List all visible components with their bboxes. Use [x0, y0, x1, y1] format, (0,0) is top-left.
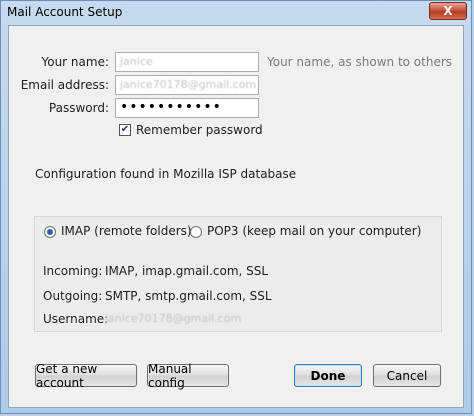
password-label: Password: [48, 101, 109, 115]
config-status-text: Configuration found in Mozilla ISP datab… [35, 167, 297, 181]
password-value: ••••••••••• [120, 99, 222, 115]
remember-password-checkbox[interactable]: ✔ [119, 124, 131, 136]
done-label: Done [310, 368, 346, 383]
pop3-radio[interactable] [190, 226, 202, 238]
incoming-label: Incoming: [43, 264, 103, 278]
close-button[interactable]: X [429, 2, 467, 20]
close-icon: X [443, 4, 453, 18]
remember-password-label[interactable]: Remember password [136, 123, 263, 137]
email-input[interactable]: janice70178@gmail.com [115, 75, 259, 95]
cancel-label: Cancel [386, 368, 428, 383]
name-value: janice [120, 55, 153, 68]
name-label: Your name: [41, 55, 109, 69]
outgoing-label: Outgoing: [43, 289, 103, 303]
outgoing-value: SMTP, smtp.gmail.com, SSL [105, 289, 272, 303]
done-button[interactable]: Done [294, 364, 362, 387]
name-hint: Your name, as shown to others [267, 55, 453, 69]
checkmark-icon: ✔ [120, 124, 130, 135]
title-bar[interactable]: Mail Account Setup X [1, 1, 471, 25]
manual-config-button[interactable]: Manual config [147, 361, 229, 390]
email-label: Email address: [20, 78, 109, 92]
dialog-body: Your name: janice Your name, as shown to… [8, 25, 464, 408]
server-settings-group: IMAP (remote folders) POP3 (keep mail on… [34, 216, 442, 332]
window-title: Mail Account Setup [7, 5, 123, 19]
imap-label[interactable]: IMAP (remote folders) [61, 224, 192, 238]
pop3-label[interactable]: POP3 (keep mail on your computer) [207, 224, 421, 238]
password-input[interactable]: ••••••••••• [115, 98, 259, 118]
username-value: janice70178@gmail.com [105, 312, 242, 325]
get-new-account-button[interactable]: Get a new account [35, 361, 137, 390]
cancel-button[interactable]: Cancel [373, 364, 441, 387]
username-label: Username: [43, 312, 109, 326]
name-input[interactable]: janice [115, 52, 259, 72]
manual-config-label: Manual config [148, 361, 192, 390]
mail-account-setup-window: Mail Account Setup X Your name: janice Y… [0, 0, 472, 414]
email-value: janice70178@gmail.com [120, 78, 257, 91]
imap-radio[interactable] [44, 226, 56, 238]
incoming-value: IMAP, imap.gmail.com, SSL [105, 264, 269, 278]
get-new-account-label: Get a new account [36, 361, 98, 390]
